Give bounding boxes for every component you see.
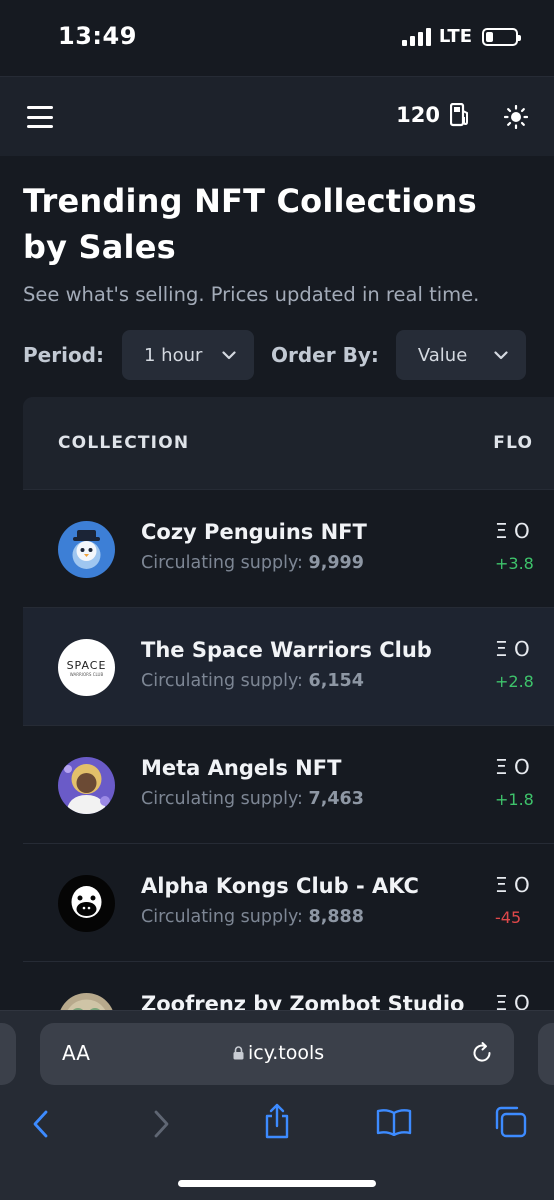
collection-avatar: SPACE WARRIORS CLUB (58, 639, 115, 696)
table-row[interactable]: Zoofrenz by Zombot Studio Ξ O (23, 961, 554, 1017)
back-icon[interactable] (30, 1109, 52, 1139)
bookmarks-icon[interactable] (376, 1108, 412, 1136)
reader-options-button[interactable]: AA (62, 1041, 90, 1065)
collection-name[interactable]: Cozy Penguins NFT (141, 520, 367, 544)
circulating-supply: Circulating supply: 6,154 (141, 671, 364, 691)
table-row[interactable]: Alpha Kongs Club - AKC Circulating suppl… (23, 843, 554, 961)
url-text: icy.tools (248, 1042, 325, 1064)
price-change: -45 (495, 908, 522, 927)
order-by-label: Order By: (271, 343, 379, 367)
supply-value: 8,888 (308, 907, 364, 927)
gas-value: 120 (396, 103, 440, 127)
table-row[interactable]: Meta Angels NFT Circulating supply: 7,46… (23, 725, 554, 843)
home-indicator (178, 1180, 376, 1187)
hamburger-menu-icon[interactable] (27, 106, 53, 128)
tabs-icon[interactable] (494, 1106, 528, 1138)
circulating-supply: Circulating supply: 8,888 (141, 907, 364, 927)
collection-name[interactable]: The Space Warriors Club (141, 638, 432, 662)
gas-pump-icon (450, 103, 468, 127)
forward-icon[interactable] (150, 1109, 172, 1139)
collection-name[interactable]: Alpha Kongs Club - AKC (141, 874, 419, 898)
floor-price: Ξ O (495, 873, 530, 897)
chevron-down-icon (222, 350, 236, 359)
floor-price: Ξ O (495, 637, 530, 661)
table-header: COLLECTION FLO (23, 397, 554, 489)
signal-icon (401, 27, 431, 46)
status-bar: 13:49 LTE (0, 0, 554, 76)
page-subtitle: See what's selling. Prices updated in re… (23, 283, 480, 306)
price-change: +3.8 (495, 554, 534, 573)
browser-toolbar: AA icy.tools (0, 1010, 554, 1200)
lock-icon (233, 1046, 244, 1060)
previous-tab-preview[interactable] (0, 1023, 16, 1085)
table-row[interactable]: SPACE WARRIORS CLUB The Space Warriors C… (23, 607, 554, 725)
column-floor[interactable]: FLO (493, 433, 533, 453)
logo-subtext: WARRIORS CLUB (70, 672, 104, 677)
order-by-select[interactable]: Value (395, 330, 526, 380)
supply-value: 9,999 (308, 553, 364, 573)
period-value: 1 hour (144, 344, 203, 366)
next-tab-preview[interactable] (538, 1023, 554, 1085)
battery-icon (482, 27, 521, 46)
table-body: Cozy Penguins NFT Circulating supply: 9,… (23, 489, 554, 1017)
collection-name[interactable]: Meta Angels NFT (141, 756, 341, 780)
supply-value: 6,154 (308, 671, 364, 691)
price-change: +2.8 (495, 672, 534, 691)
chevron-down-icon (494, 350, 508, 359)
reload-icon[interactable] (470, 1041, 494, 1065)
period-select[interactable]: 1 hour (122, 330, 254, 380)
filter-bar: Period: 1 hour Order By: Value (23, 330, 526, 380)
collections-table: COLLECTION FLO Cozy Penguins NFT Circula… (23, 397, 554, 1017)
circulating-supply: Circulating supply: 9,999 (141, 553, 364, 573)
app-header: 120 (0, 76, 554, 156)
table-row[interactable]: Cozy Penguins NFT Circulating supply: 9,… (23, 489, 554, 607)
collection-avatar (58, 521, 115, 578)
status-indicators: LTE (401, 26, 521, 47)
url-display[interactable]: icy.tools (233, 1042, 324, 1064)
floor-price: Ξ O (495, 519, 530, 543)
collection-avatar (58, 757, 115, 814)
collection-avatar (58, 875, 115, 932)
circulating-supply: Circulating supply: 7,463 (141, 789, 364, 809)
sun-icon[interactable] (504, 105, 528, 129)
price-change: +1.8 (495, 790, 534, 809)
floor-price: Ξ O (495, 755, 530, 779)
gas-indicator[interactable]: 120 (396, 103, 470, 127)
column-collection[interactable]: COLLECTION (58, 433, 189, 453)
page-title: Trending NFT Collections by Sales (23, 182, 477, 266)
period-label: Period: (23, 343, 104, 367)
order-by-value: Value (417, 344, 468, 366)
logo-text: SPACE (67, 659, 107, 672)
share-icon[interactable] (262, 1103, 292, 1139)
address-bar[interactable]: AA icy.tools (40, 1023, 514, 1085)
status-time: 13:49 (58, 22, 137, 50)
supply-value: 7,463 (308, 789, 364, 809)
network-type: LTE (438, 26, 472, 47)
